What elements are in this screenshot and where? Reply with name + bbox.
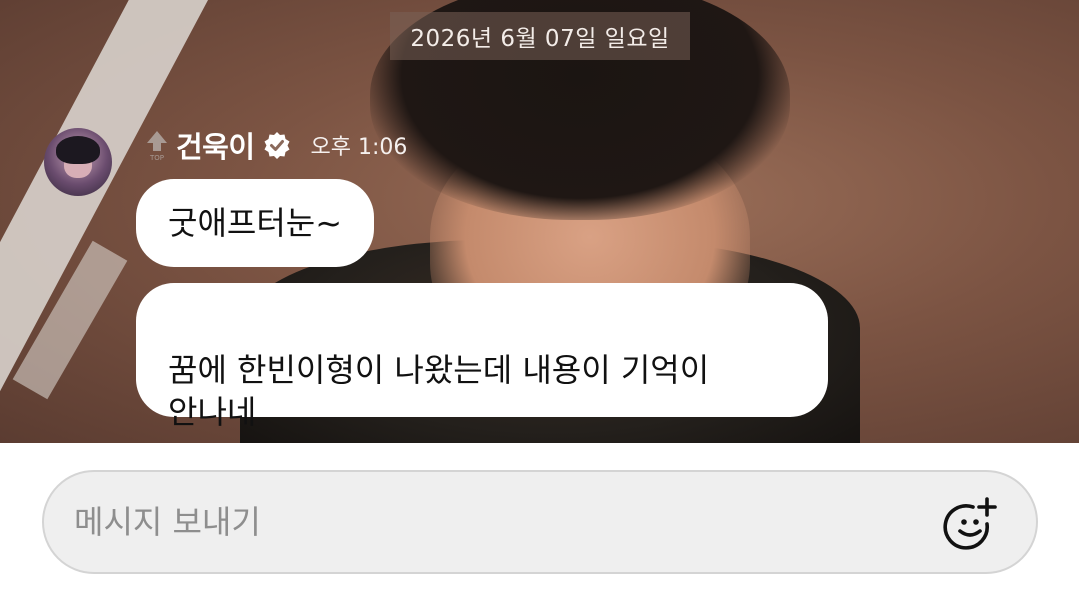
- message-text: 굿애프터눈~: [168, 204, 343, 242]
- top-rank-arrow-icon: TOP: [144, 129, 170, 162]
- message-time: 오후 1:06: [310, 135, 408, 160]
- svg-text:TOP: TOP: [149, 154, 164, 161]
- date-separator: 2026년 6월 07일 일요일: [390, 12, 690, 60]
- verified-check-icon: [263, 131, 291, 159]
- date-separator-text: 2026년 6월 07일 일요일: [410, 26, 670, 52]
- sender-avatar[interactable]: [44, 128, 112, 196]
- sender-header: TOP 건욱이 오후 1:06: [144, 124, 407, 166]
- message-composer: [0, 443, 1079, 599]
- message-input-container: [42, 470, 1038, 574]
- add-emoji-icon: [943, 497, 997, 550]
- avatar-hair: [56, 136, 100, 164]
- message-bubble[interactable]: 꿈에 한빈이형이 나왔는데 내용이 기억이 안나네: [136, 283, 828, 431]
- message-input[interactable]: [44, 472, 942, 572]
- add-emoji-button[interactable]: [942, 492, 1002, 552]
- message-bubble[interactable]: 굿애프터눈~: [136, 179, 375, 267]
- sender-name[interactable]: 건욱이: [176, 124, 255, 166]
